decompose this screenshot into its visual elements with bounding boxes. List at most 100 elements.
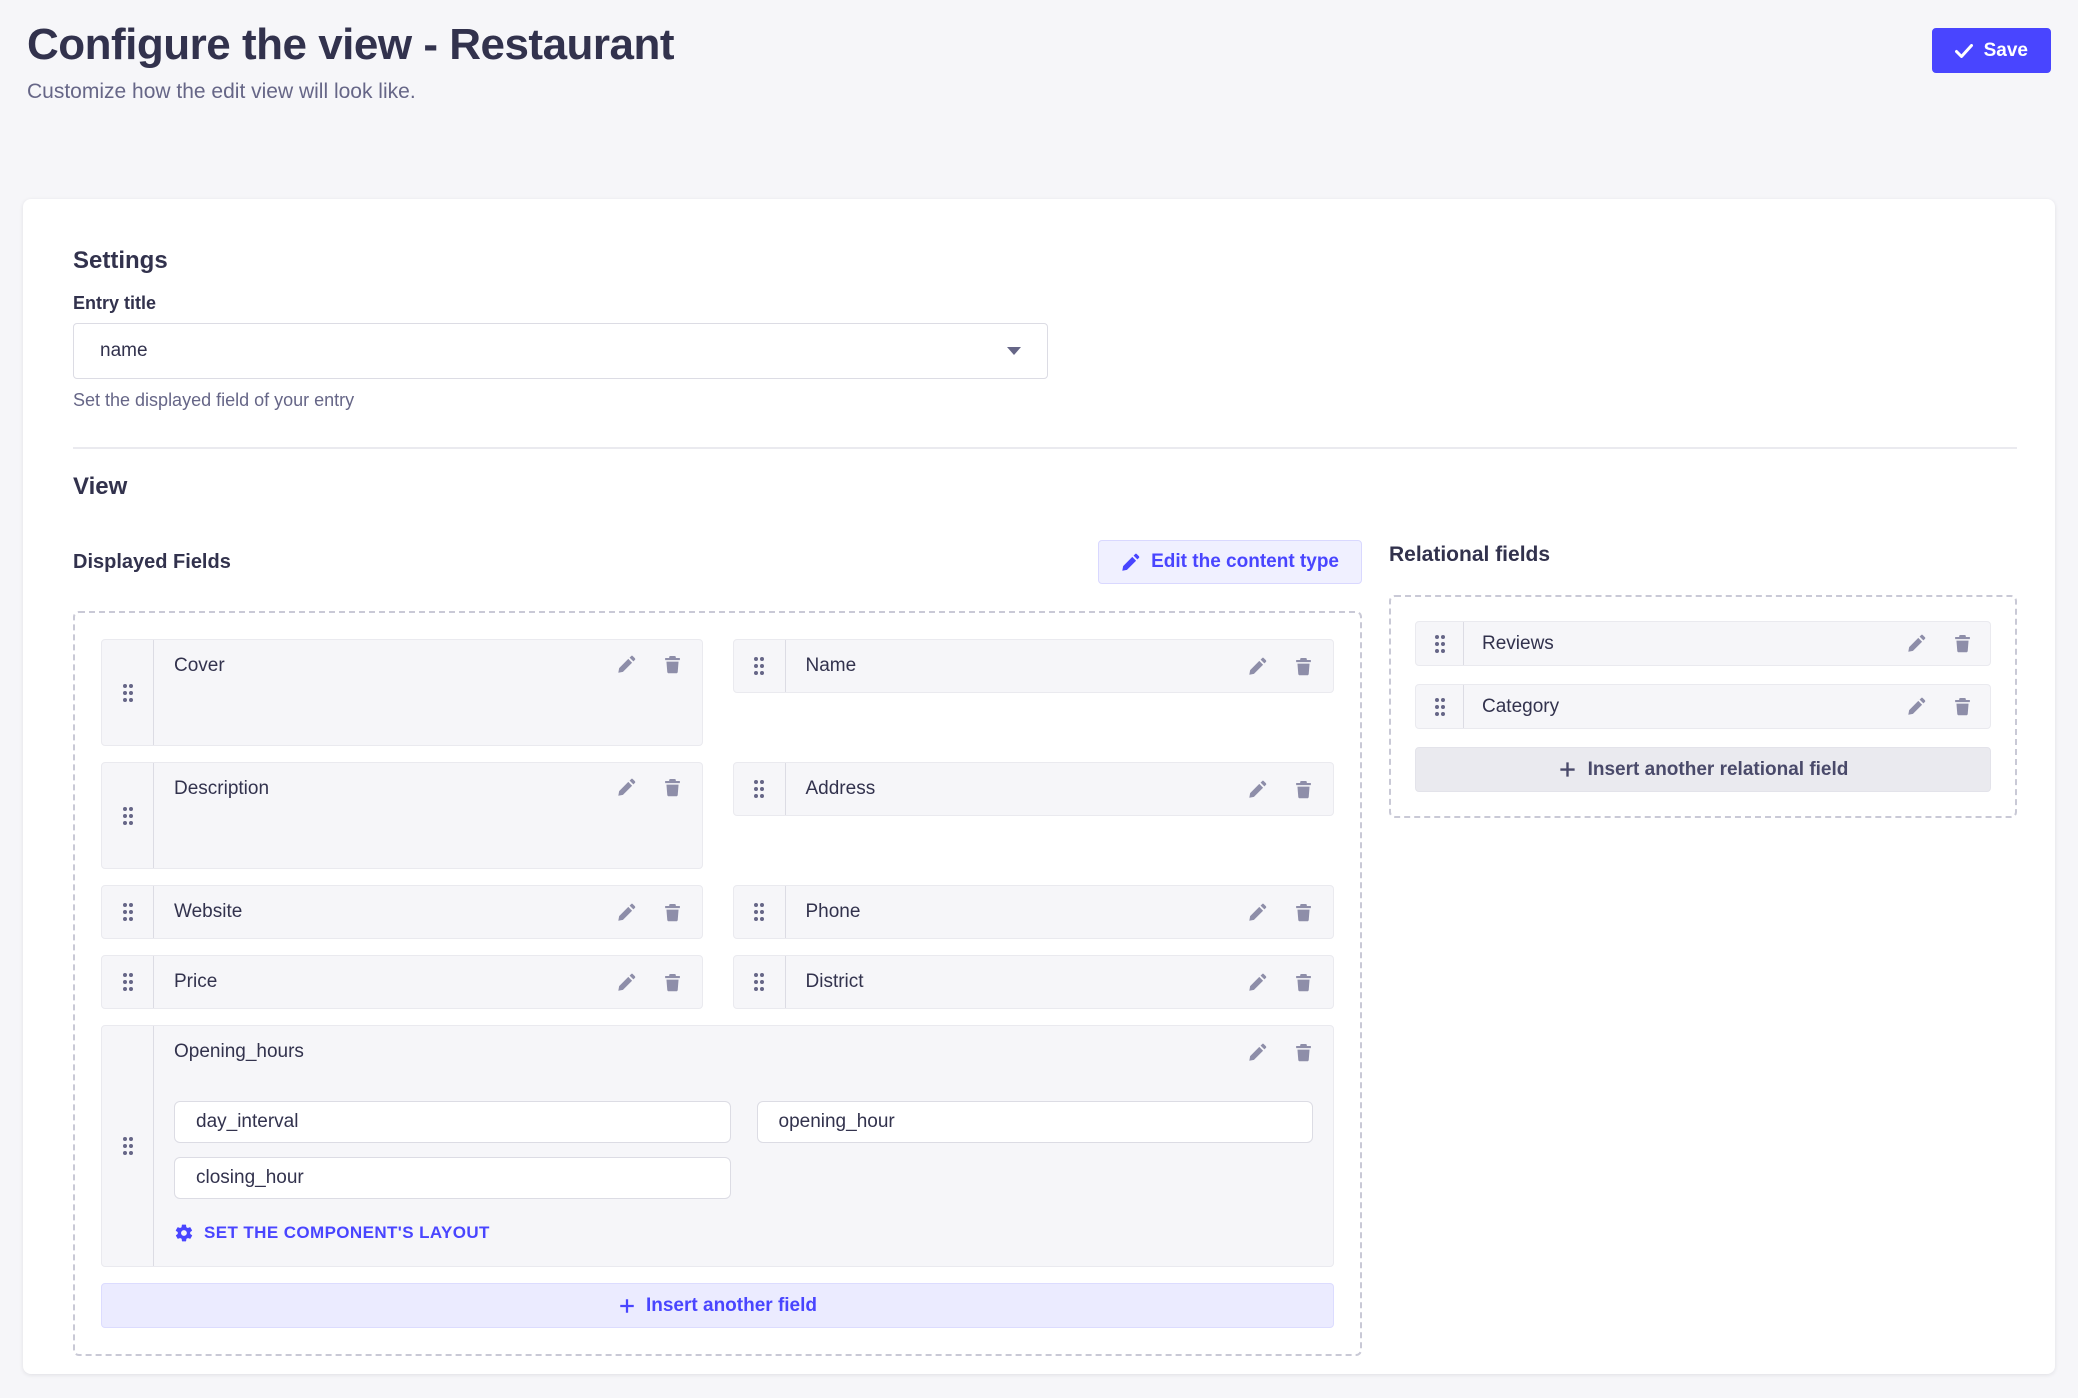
edit-field-button[interactable] [1248, 973, 1267, 992]
field-actions [1248, 780, 1313, 799]
delete-field-button[interactable] [1294, 973, 1313, 992]
field-card-description: Description [101, 762, 703, 869]
drag-handle-icon[interactable] [746, 650, 772, 682]
edit-field-button[interactable] [617, 973, 636, 992]
edit-field-button[interactable] [617, 778, 636, 797]
drag-handle-icon[interactable] [746, 966, 772, 998]
edit-content-type-label: Edit the content type [1151, 551, 1339, 573]
insert-another-field-button[interactable]: Insert another field [101, 1283, 1334, 1328]
edit-field-button[interactable] [1248, 903, 1267, 922]
pencil-icon [1248, 657, 1267, 676]
page-title: Configure the view - Restaurant [27, 20, 674, 70]
component-card-opening-hours: Opening_hours day_interval opening_hour … [101, 1025, 1334, 1267]
trash-icon [1953, 697, 1972, 716]
subfield-label: day_interval [196, 1111, 298, 1133]
drag-handle-icon[interactable] [746, 773, 772, 805]
delete-field-button[interactable] [1953, 697, 1972, 716]
gear-icon [174, 1223, 194, 1243]
component-card-header: Opening_hours [174, 1041, 1313, 1063]
trash-icon [1294, 657, 1313, 676]
drag-handle-icon[interactable] [115, 966, 141, 998]
drag-handle-icon[interactable] [1427, 691, 1453, 723]
edit-field-button[interactable] [1907, 697, 1926, 716]
set-component-layout-link[interactable]: SET THE COMPONENT'S LAYOUT [174, 1223, 1313, 1243]
field-actions [617, 973, 682, 992]
entry-title-block: Entry title name Set the displayed field… [73, 293, 2017, 411]
component-subfields: day_interval opening_hour closing_hour [174, 1101, 1313, 1199]
delete-field-button[interactable] [663, 903, 682, 922]
entry-title-select[interactable]: name [73, 323, 1048, 379]
delete-field-button[interactable] [1953, 634, 1972, 653]
displayed-fields-column: Displayed Fields Edit the content type [73, 537, 1362, 1356]
field-card-body: Category [1464, 685, 1990, 728]
save-button-label: Save [1984, 40, 2028, 62]
trash-icon [1294, 780, 1313, 799]
subfield-label: closing_hour [196, 1167, 304, 1189]
drag-column [102, 763, 154, 868]
subfield-opening-hour[interactable]: opening_hour [757, 1101, 1314, 1143]
field-card-phone: Phone [733, 885, 1335, 939]
field-row: Cover [101, 639, 1334, 746]
subfield-closing-hour[interactable]: closing_hour [174, 1157, 731, 1199]
trash-icon [663, 973, 682, 992]
pencil-icon [1907, 697, 1926, 716]
edit-content-type-button[interactable]: Edit the content type [1098, 540, 1362, 584]
edit-field-button[interactable] [617, 655, 636, 674]
trash-icon [663, 655, 682, 674]
field-label: Website [174, 901, 242, 923]
delete-field-button[interactable] [1294, 657, 1313, 676]
drag-handle-icon[interactable] [1427, 628, 1453, 660]
field-actions [1248, 903, 1313, 922]
pencil-icon [1248, 780, 1267, 799]
pencil-icon [617, 903, 636, 922]
subfield-day-interval[interactable]: day_interval [174, 1101, 731, 1143]
field-card-website: Website [101, 885, 703, 939]
insert-another-field-label: Insert another field [646, 1295, 817, 1317]
field-actions [617, 778, 682, 797]
delete-field-button[interactable] [663, 655, 682, 674]
pencil-icon [1121, 553, 1140, 572]
drag-column [734, 640, 786, 692]
relational-card-category: Category [1415, 684, 1991, 729]
trash-icon [1294, 973, 1313, 992]
field-cell: Website [101, 885, 703, 939]
trash-icon [663, 903, 682, 922]
insert-another-relational-field-button[interactable]: Insert another relational field [1415, 747, 1991, 792]
field-cell: Price [101, 955, 703, 1009]
relational-fields-heading: Relational fields [1389, 543, 2017, 567]
field-label: Description [174, 778, 269, 800]
drag-handle-icon[interactable] [746, 896, 772, 928]
edit-field-button[interactable] [1907, 634, 1926, 653]
delete-field-button[interactable] [1294, 903, 1313, 922]
edit-field-button[interactable] [1248, 780, 1267, 799]
delete-field-button[interactable] [663, 973, 682, 992]
field-card-body: District [786, 956, 1334, 1008]
drag-handle-icon[interactable] [115, 677, 141, 709]
field-label: Phone [806, 901, 861, 923]
field-card-body: Price [154, 956, 702, 1008]
drag-handle-icon[interactable] [115, 896, 141, 928]
configure-view-panel: Settings Entry title name Set the displa… [23, 199, 2055, 1374]
entry-title-label: Entry title [73, 293, 2017, 314]
field-row: Website [101, 885, 1334, 939]
pencil-icon [1248, 903, 1267, 922]
drag-column [1416, 622, 1464, 665]
field-card-body: Phone [786, 886, 1334, 938]
relational-fields-column: Relational fields Reviews [1389, 537, 2017, 1356]
drag-handle-icon[interactable] [115, 1130, 141, 1162]
component-card-body: Opening_hours day_interval opening_hour … [154, 1026, 1333, 1266]
field-actions [617, 655, 682, 674]
edit-field-button[interactable] [617, 903, 636, 922]
field-card-address: Address [733, 762, 1335, 816]
edit-field-button[interactable] [1248, 1043, 1267, 1062]
relational-field-label: Reviews [1482, 633, 1554, 655]
delete-field-button[interactable] [663, 778, 682, 797]
check-icon [1955, 44, 1973, 58]
drag-handle-icon[interactable] [115, 800, 141, 832]
delete-field-button[interactable] [1294, 780, 1313, 799]
edit-field-button[interactable] [1248, 657, 1267, 676]
delete-field-button[interactable] [1294, 1043, 1313, 1062]
field-card-body: Description [154, 763, 702, 868]
save-button[interactable]: Save [1932, 28, 2051, 73]
pencil-icon [1248, 973, 1267, 992]
